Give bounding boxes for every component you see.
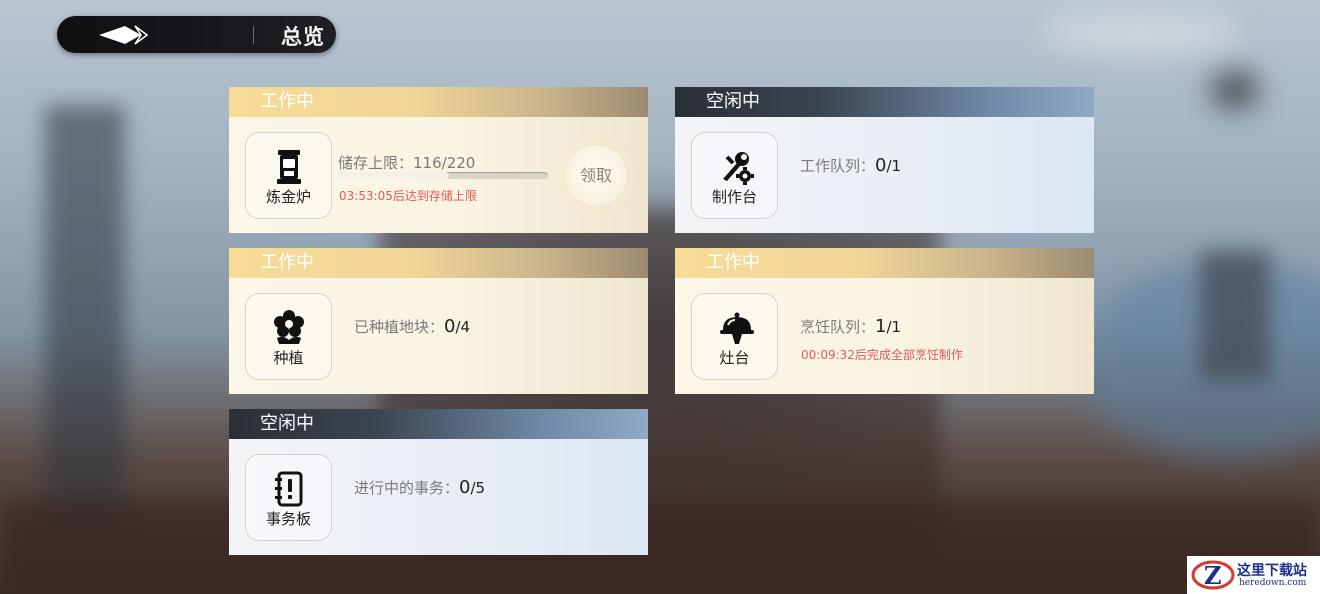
work-queue-count: 0 <box>875 155 887 176</box>
furnace-icon <box>277 150 301 184</box>
background-left-pillar <box>45 105 125 535</box>
cooking-queue-max: /1 <box>886 318 902 336</box>
storage-limit-label: 储存上限： <box>338 154 414 172</box>
background-right-tower <box>1200 250 1270 380</box>
work-queue: 工作队列：0/1 <box>800 155 901 176</box>
cooking-queue: 烹饪队列：1/1 <box>800 316 901 337</box>
flower-icon <box>274 310 304 344</box>
storage-progress-fill <box>338 172 449 179</box>
background-top-right-button <box>1210 70 1260 110</box>
card-status: 空闲中 <box>229 409 648 439</box>
top-bar: 总览 <box>57 16 336 53</box>
card-task-board: 空闲中 事务板 进行中的事务：0/5 <box>229 409 648 555</box>
claim-button[interactable]: 领取 <box>565 145 627 207</box>
card-workbench: 空闲中 制作台 工作队列：0/1 <box>675 87 1094 233</box>
storage-progress-bar <box>338 172 548 179</box>
cooking-warning: 00:09:32后完成全部烹饪制作 <box>801 348 963 362</box>
topbar-divider <box>253 26 254 44</box>
back-arrow-icon <box>99 25 149 45</box>
background-top-right-currency <box>1040 12 1240 56</box>
cooking-queue-label: 烹饪队列： <box>800 318 876 336</box>
planted-plots-count: 0 <box>444 316 456 337</box>
watermark-logo-icon: Z <box>1191 560 1235 590</box>
storage-limit: 储存上限：116/220 <box>338 152 475 173</box>
workbench-label: 制作台 <box>711 188 757 206</box>
card-status: 工作中 <box>229 87 648 117</box>
ongoing-tasks: 进行中的事务：0/5 <box>354 477 485 498</box>
ongoing-tasks-label: 进行中的事务： <box>354 479 460 497</box>
cooking-queue-count: 1 <box>875 316 887 337</box>
alchemy-furnace-label: 炼金炉 <box>265 188 311 206</box>
stove-label: 灶台 <box>719 349 750 367</box>
wrench-gear-icon <box>723 152 754 185</box>
planted-plots-max: /4 <box>455 318 471 336</box>
watermark: Z 这里下载站 heredown.com <box>1187 556 1320 594</box>
card-status: 工作中 <box>229 248 648 278</box>
watermark-cn: 这里下载站 <box>1237 563 1307 579</box>
background-ground <box>0 500 1320 594</box>
ongoing-tasks-count: 0 <box>459 477 471 498</box>
work-queue-label: 工作队列： <box>800 157 876 175</box>
card-status: 工作中 <box>675 248 1094 278</box>
work-queue-max: /1 <box>886 157 902 175</box>
planting-label: 种植 <box>273 349 304 367</box>
storage-warning: 03:53:05后达到存储上限 <box>339 189 477 203</box>
stove-button[interactable]: 灶台 <box>691 293 778 380</box>
watermark-en: heredown.com <box>1239 578 1307 588</box>
card-status: 空闲中 <box>675 87 1094 117</box>
alchemy-furnace-button[interactable]: 炼金炉 <box>245 132 332 219</box>
page-title: 总览 <box>281 25 325 49</box>
storage-limit-value: 116/220 <box>413 154 476 172</box>
task-board-label: 事务板 <box>265 510 311 528</box>
cloche-icon <box>720 312 754 344</box>
task-board-button[interactable]: 事务板 <box>245 454 332 541</box>
workbench-button[interactable]: 制作台 <box>691 132 778 219</box>
planted-plots: 已种植地块：0/4 <box>354 316 470 337</box>
card-planting: 工作中 种植 已种植地块：0/4 <box>229 248 648 394</box>
planted-plots-label: 已种植地块： <box>354 318 445 336</box>
card-stove: 工作中 灶台 烹饪队列：1/1 00:09:32后完成全部烹饪制作 <box>675 248 1094 394</box>
notebook-alert-icon <box>275 471 303 507</box>
svg-text:Z: Z <box>1204 561 1222 590</box>
planting-button[interactable]: 种植 <box>245 293 332 380</box>
ongoing-tasks-max: /5 <box>470 479 486 497</box>
card-alchemy-furnace: 工作中 炼金炉 储存上限：116/220 03:53:05后达到存储上限 领取 <box>229 87 648 233</box>
back-button[interactable] <box>95 24 159 46</box>
